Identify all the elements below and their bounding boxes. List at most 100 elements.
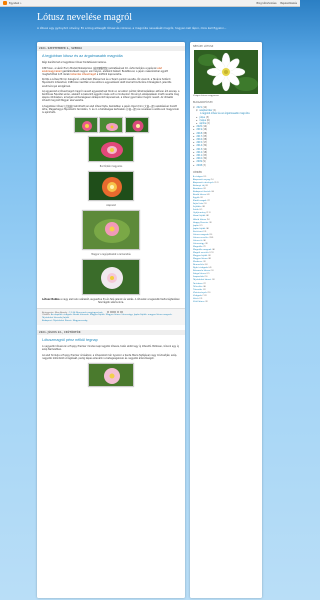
share-buttons — [106, 310, 123, 314]
label-count: (2) — [204, 300, 209, 303]
lotus-photo[interactable] — [88, 171, 134, 202]
label-name[interactable]: Zöld lótusz — [193, 301, 204, 303]
label-name[interactable]: Bakonyi táj — [193, 185, 205, 187]
label-name[interactable]: Hazai fajták — [193, 215, 205, 217]
label-count: (3) — [198, 297, 203, 300]
label-count: (3) — [208, 221, 213, 224]
post-comments-link[interactable]: Nincsenek megjegyzések: — [76, 311, 103, 313]
label-name[interactable]: Bordó lótusz — [193, 194, 206, 196]
label-name[interactable]: Fajta lista — [193, 203, 203, 205]
photo-row — [42, 210, 180, 251]
label-name[interactable]: Tájvédelmi körzet — [193, 279, 211, 281]
blogger-logo-icon[interactable] — [3, 1, 7, 5]
lotus-photo[interactable] — [82, 210, 140, 251]
lotus-photo[interactable] — [82, 259, 140, 296]
label-count: (8) — [201, 206, 206, 209]
label-count: (4) — [205, 215, 209, 218]
labels-widget: A virágoz (3) Alapozott anyag (5) Alapozot… — [193, 176, 259, 304]
photo-caption: Bordó/kék magyaros — [99, 165, 123, 169]
label-name[interactable]: Tőosztás — [193, 289, 202, 291]
photo-row — [42, 117, 180, 134]
post-footer: Bejegyezte: Nisa Bonaly - 11:36 Nincsene… — [37, 307, 185, 326]
label-name[interactable]: Bambusz — [193, 188, 203, 190]
archive-item[interactable]: ► 2008 (3) — [193, 164, 259, 167]
label-name[interactable]: Magnólia magvak — [193, 249, 211, 251]
sidebar: NÉHÁNY LÓTUSZ Virágzó lótusz magyarosa B… — [190, 42, 262, 598]
create-blog-link[interactable]: Blog létrehozása — [256, 2, 276, 5]
widget-title: NÉHÁNY LÓTUSZ — [193, 45, 214, 48]
label-count: (12) — [213, 181, 219, 184]
label-name[interactable]: Magyar lótusz — [193, 258, 208, 260]
label-count: (9) — [208, 233, 213, 236]
widget-title: BLOGARCHÍVUM — [193, 101, 213, 104]
label-count: (2) — [202, 288, 206, 291]
navbar-more-link[interactable]: Egyebek » — [9, 2, 22, 5]
label-name[interactable]: Hibrid lótusz — [193, 219, 206, 221]
post-title[interactable]: Lótuszmagról pénz nélkül tegnap — [42, 338, 180, 342]
label-name[interactable]: Alapozott anyag — [193, 179, 210, 181]
sign-in-link[interactable]: Bejelentkezés — [280, 2, 297, 5]
label-name[interactable]: Eladó magok — [193, 200, 207, 202]
label-name[interactable]: Magról nevelés — [193, 252, 209, 254]
label-name[interactable]: Magnólia — [193, 246, 202, 248]
label-item[interactable]: Zöld lótusz (2) — [193, 301, 259, 304]
post-timestamp[interactable]: 11:36 — [69, 311, 75, 313]
labels-list[interactable]: Az alapíták virágzás, Bordó lótuszok, Ma… — [42, 314, 172, 319]
label-count: (11) — [201, 294, 207, 297]
post-date: 2021. SZEPTEMBER 1., SZERDA — [37, 46, 185, 51]
caption-bold: Lótusz Bubba — [42, 298, 60, 302]
label-name[interactable]: Rózsaszín lótusz — [193, 270, 210, 272]
label-name[interactable]: Vízinövények — [193, 292, 207, 294]
photo-caption: Lótusz Bubba a nagy első sziv szélekét, … — [42, 298, 180, 304]
sidebar-lotus-photo[interactable] — [194, 50, 258, 94]
post-paragraph: A tegjobban lótusz (大賀蓮) tekinthető az e… — [42, 105, 179, 115]
label-name[interactable]: Tavirózsa — [193, 283, 203, 285]
post-paragraph: 1897-ben, a Lázár Ervin Modell Nobelpriz… — [42, 67, 180, 76]
email-share-icon[interactable] — [106, 310, 110, 314]
label-name[interactable]: Nyári virágzás — [193, 267, 208, 269]
label-name[interactable]: Magyar fajták — [193, 255, 207, 257]
archive-count: (3) — [201, 163, 206, 167]
lotus-photo[interactable] — [124, 117, 149, 134]
label-name[interactable]: Lótusz nevelés — [193, 237, 208, 239]
twitter-share-icon[interactable] — [113, 310, 117, 314]
blog-share-icon[interactable] — [110, 310, 113, 314]
label-count: (4) — [205, 227, 209, 230]
label-name[interactable]: Budapesti kertek — [193, 191, 211, 193]
post-paragraph: A negyedik lótuszunk a Hoppy Premier min… — [42, 345, 179, 352]
label-name[interactable]: Lótuszrügy — [193, 243, 204, 245]
blog-title[interactable]: Lótusz nevelése magról — [37, 12, 257, 23]
label-name[interactable]: Alapozott növények — [193, 182, 214, 184]
post-body: Régi barátomat a hegjobban lótusz tüntet… — [42, 61, 180, 305]
lotus-photo[interactable] — [88, 136, 134, 163]
facebook-share-icon[interactable] — [116, 310, 120, 314]
blog-header: Lótusz nevelése magról A lótusz egy gyön… — [37, 12, 257, 40]
lotus-photo[interactable] — [73, 117, 98, 134]
lotus-photo[interactable] — [99, 117, 123, 134]
caption-text: a nagy első sziv szélekét, augusztus 31-… — [60, 298, 180, 305]
label-count: (21) — [208, 252, 214, 255]
post-paragraph: Régi barátomat a hegjobban lótusz tüntet… — [42, 61, 107, 64]
post-date: 2021. JÚLIUS 22., CSÜTÖRTÖK — [37, 330, 185, 336]
label-count: (3) — [211, 279, 215, 282]
label-count: (5) — [207, 255, 211, 258]
label-name[interactable]: Virágzás — [193, 295, 202, 297]
post-location: Budapest, Tájvédelmi Körzet, Magyarorszá… — [42, 320, 180, 323]
post-title[interactable]: A tegjobban lótusz és az árgalmasabb mag… — [42, 54, 180, 58]
label-name[interactable]: Nemesítés — [193, 264, 204, 266]
label-count: (4) — [211, 248, 215, 251]
label-count: (5) — [206, 218, 210, 221]
location-link[interactable]: Budapest, Tájvédelmi Körzet, Magyarorszá… — [42, 320, 87, 322]
label-name[interactable]: Hoppy Premier — [193, 222, 208, 224]
label-name[interactable]: A virágoz — [193, 176, 203, 178]
post-paragraph: Kürtös a Lótusz Mirror delegáció, a Nemz… — [42, 78, 172, 88]
label-name[interactable]: Kertészet — [193, 231, 203, 233]
pinterest-share-icon[interactable] — [120, 310, 123, 314]
label-name[interactable]: Lótusz magvak — [193, 234, 209, 236]
label-name[interactable]: Japán fajták — [193, 228, 205, 230]
post-paragraph: Az első fordulja a Hoppy Premier óriásáh… — [42, 353, 178, 361]
label-count: (6) — [202, 239, 207, 242]
label-count: (3) — [202, 203, 207, 206]
label-name[interactable]: Medence — [193, 261, 202, 263]
lotus-photo[interactable] — [88, 363, 134, 388]
